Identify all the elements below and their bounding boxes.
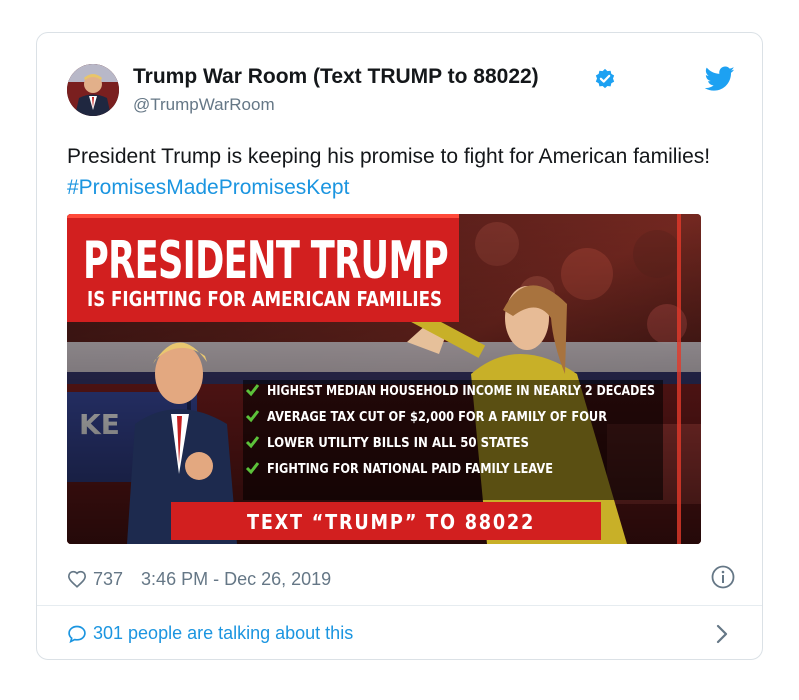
tweet-body: President Trump is keeping his promise t… bbox=[67, 145, 711, 168]
media-graphic: KE PRESIDENT TRUMP IS FIGHTING bbox=[67, 214, 701, 544]
chevron-right-icon[interactable] bbox=[715, 623, 729, 645]
tweet-media-image[interactable]: KE PRESIDENT TRUMP IS FIGHTING bbox=[67, 214, 701, 544]
hashtag-link[interactable]: #PromisesMadePromisesKept bbox=[67, 176, 349, 199]
tweet-text: President Trump is keeping his promise t… bbox=[67, 141, 727, 203]
avatar-image bbox=[67, 64, 119, 116]
tweet-meta: 737 3:46 PM - Dec 26, 2019 bbox=[67, 567, 331, 591]
subheadline-text: IS FIGHTING FOR AMERICAN FAMILIES bbox=[87, 287, 442, 311]
tweet-card: Trump War Room (Text TRUMP to 88022) @Tr… bbox=[36, 32, 763, 660]
checklist-item: LOWER UTILITY BILLS IN ALL 50 STATES bbox=[267, 436, 529, 451]
conversation-link[interactable]: 301 people are talking about this bbox=[67, 623, 353, 644]
like-count[interactable]: 737 bbox=[93, 569, 123, 590]
divider bbox=[37, 605, 762, 606]
speech-bubble-icon bbox=[68, 625, 86, 643]
checklist-item: HIGHEST MEDIAN HOUSEHOLD INCOME IN NEARL… bbox=[267, 384, 655, 399]
avatar[interactable] bbox=[67, 64, 119, 116]
cta-text: TEXT “TRUMP” TO 88022 bbox=[247, 510, 535, 534]
info-icon[interactable] bbox=[711, 565, 735, 589]
verified-badge-icon bbox=[595, 68, 615, 89]
conversation-label: 301 people are talking about this bbox=[93, 623, 354, 643]
user-handle[interactable]: @TrumpWarRoom bbox=[133, 95, 275, 115]
headline-text: PRESIDENT TRUMP bbox=[83, 231, 448, 291]
checklist-item: FIGHTING FOR NATIONAL PAID FAMILY LEAVE bbox=[267, 462, 553, 477]
twitter-bird-icon[interactable] bbox=[705, 66, 735, 92]
checklist-item: AVERAGE TAX CUT OF $2,000 FOR A FAMILY O… bbox=[267, 410, 607, 425]
heart-icon[interactable] bbox=[67, 570, 87, 588]
display-name[interactable]: Trump War Room (Text TRUMP to 88022) bbox=[133, 65, 539, 89]
timestamp[interactable]: 3:46 PM - Dec 26, 2019 bbox=[141, 569, 331, 590]
